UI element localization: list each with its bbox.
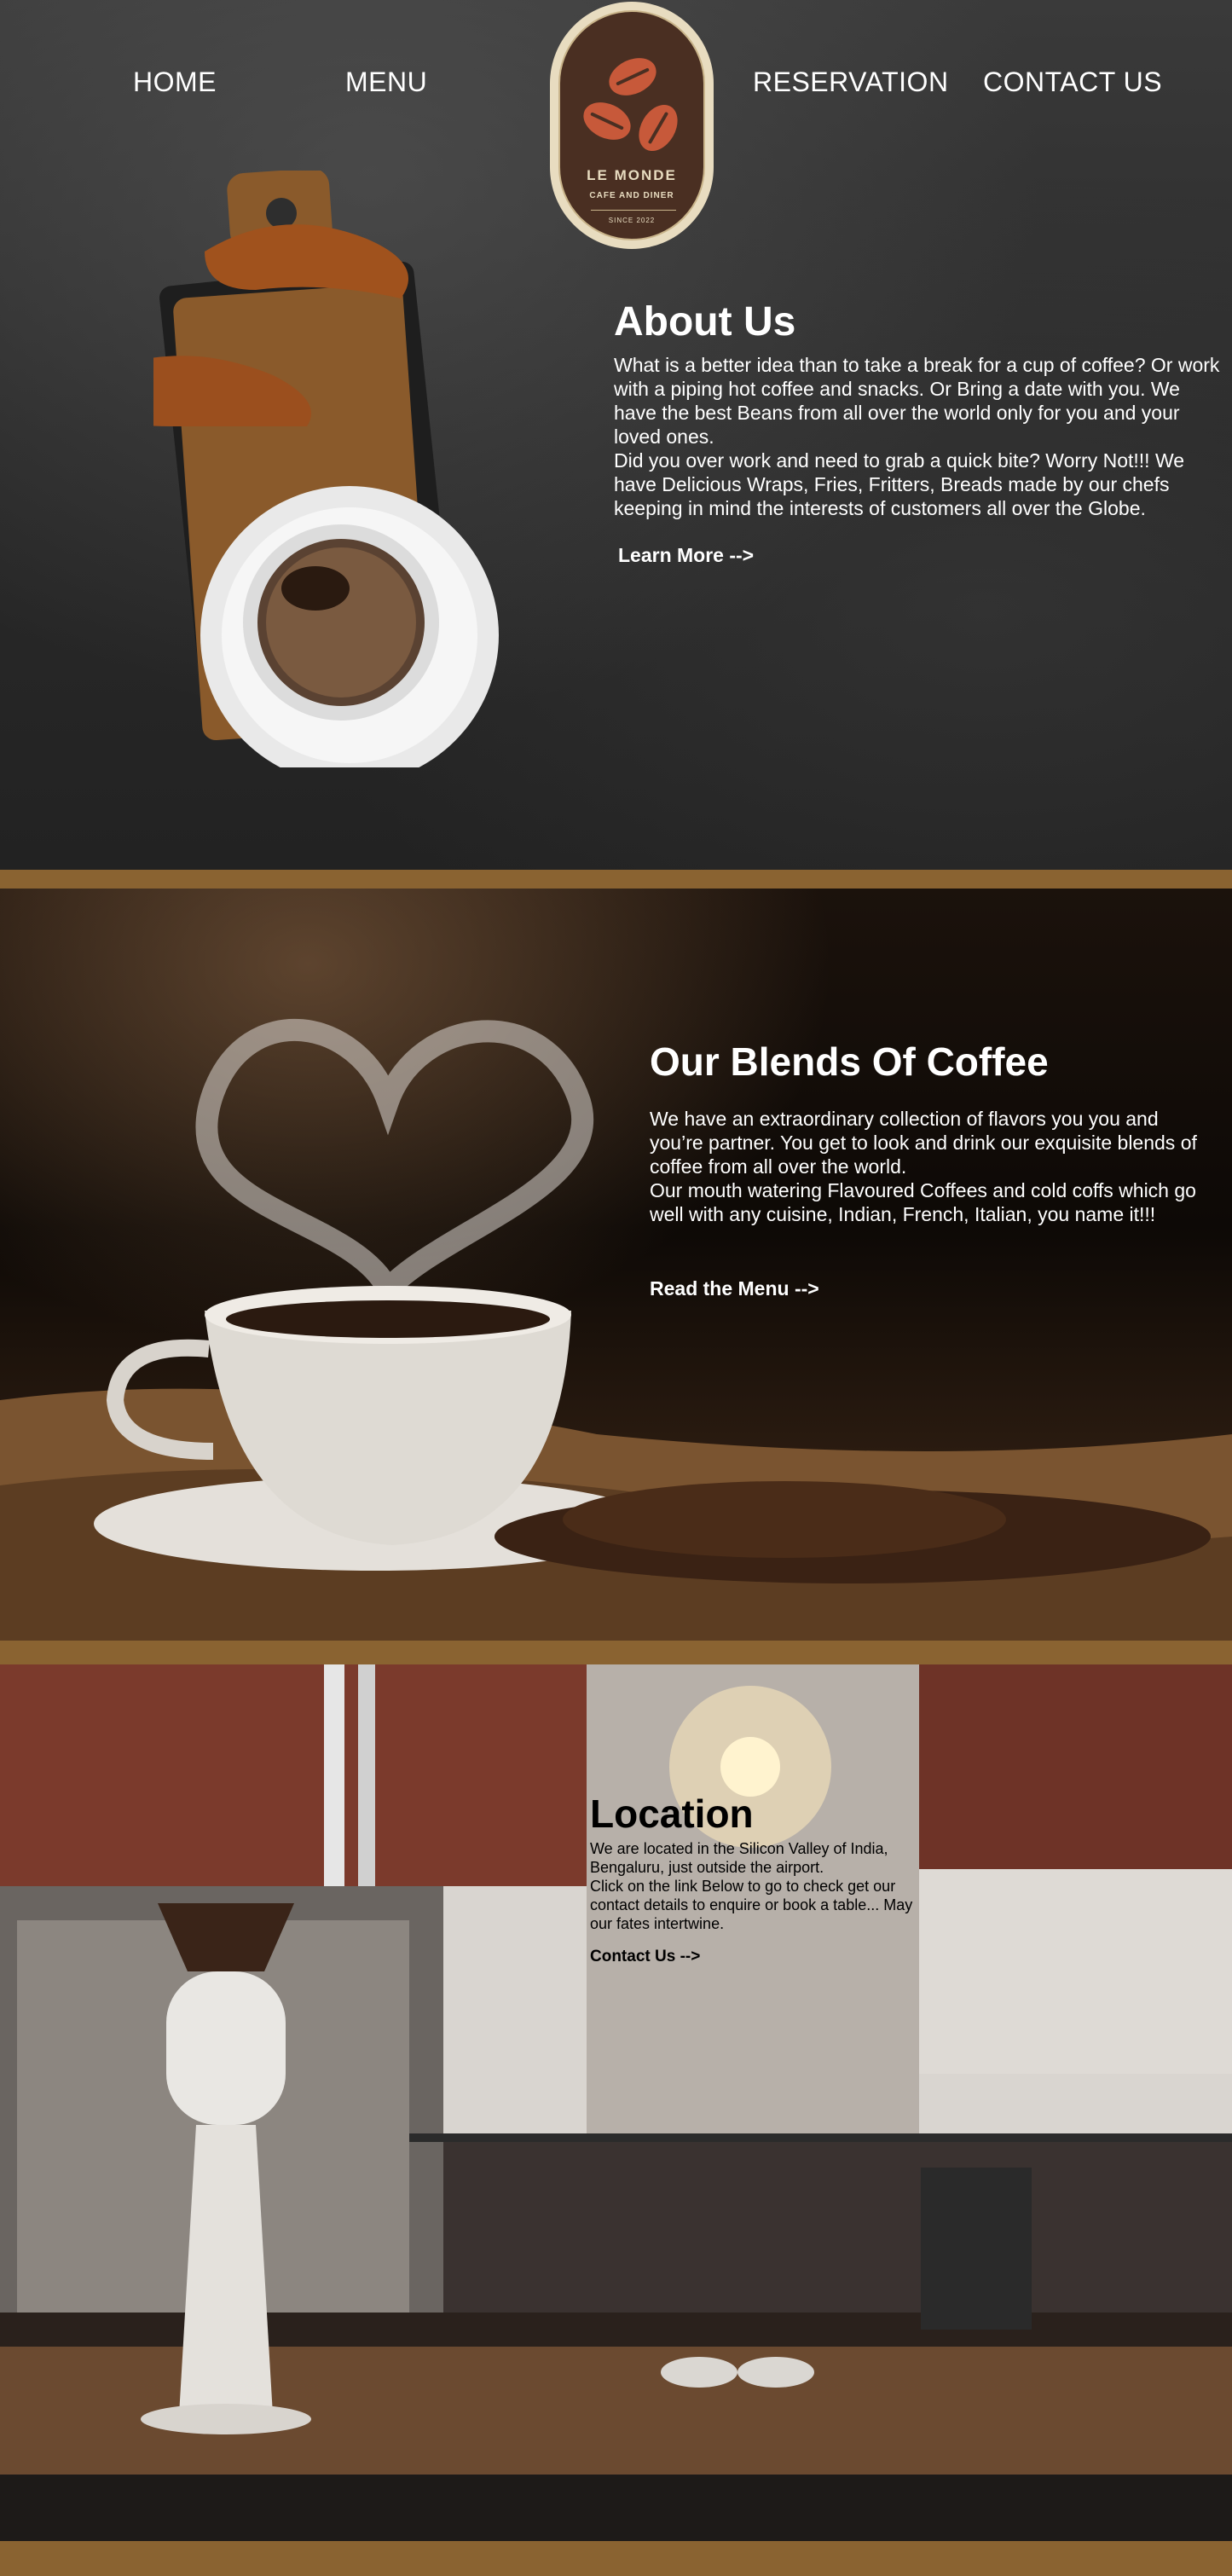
about-paragraph-2: Did you over work and need to grab a qui… (614, 449, 1185, 519)
nav-contact-link[interactable]: CONTACT US (983, 67, 1162, 98)
coffee-bean-icon (603, 50, 662, 103)
nav-menu-link[interactable]: MENU (345, 67, 427, 98)
about-title: About Us (614, 299, 796, 344)
about-paragraph-1: What is a better idea than to take a bre… (614, 354, 1220, 448)
nav-reservation-link[interactable]: RESERVATION (753, 67, 949, 98)
coffee-bean-icon (631, 97, 685, 159)
location-title: Location (590, 1792, 754, 1836)
blends-paragraph-2: Our mouth watering Flavoured Coffees and… (650, 1179, 1196, 1225)
blends-title: Our Blends Of Coffee (650, 1039, 1049, 1084)
contact-us-link[interactable]: Contact Us --> (590, 1948, 700, 1966)
logo-badge: LE MONDE CAFE AND DINER SINCE 2022 (558, 10, 705, 240)
coffee-cup-heart-image (0, 1018, 1232, 1641)
learn-more-link[interactable]: Learn More --> (618, 544, 754, 567)
site-logo[interactable]: LE MONDE CAFE AND DINER SINCE 2022 (550, 2, 714, 249)
location-paragraph-1: We are located in the Silicon Valley of … (590, 1840, 888, 1876)
nav-home-link[interactable]: HOME (133, 67, 217, 98)
logo-divider (591, 210, 676, 211)
coffee-bean-icon (577, 95, 637, 148)
about-section: HOME MENU RESERVATION CONTACT US LE MOND… (0, 0, 1232, 870)
logo-name: LE MONDE (587, 167, 677, 183)
location-paragraph-2: Click on the link Below to go to check g… (590, 1878, 913, 1932)
blends-paragraph-1: We have an extraordinary collection of f… (650, 1108, 1197, 1178)
logo-tagline: CAFE AND DINER (589, 191, 674, 200)
logo-since: SINCE 2022 (608, 217, 656, 224)
blends-section: Our Blends Of Coffee We have an extraord… (0, 889, 1232, 1641)
croissant-coffee-image (153, 171, 499, 767)
read-menu-link[interactable]: Read the Menu --> (650, 1277, 819, 1300)
location-section: Location We are located in the Silicon V… (0, 1664, 1232, 2541)
